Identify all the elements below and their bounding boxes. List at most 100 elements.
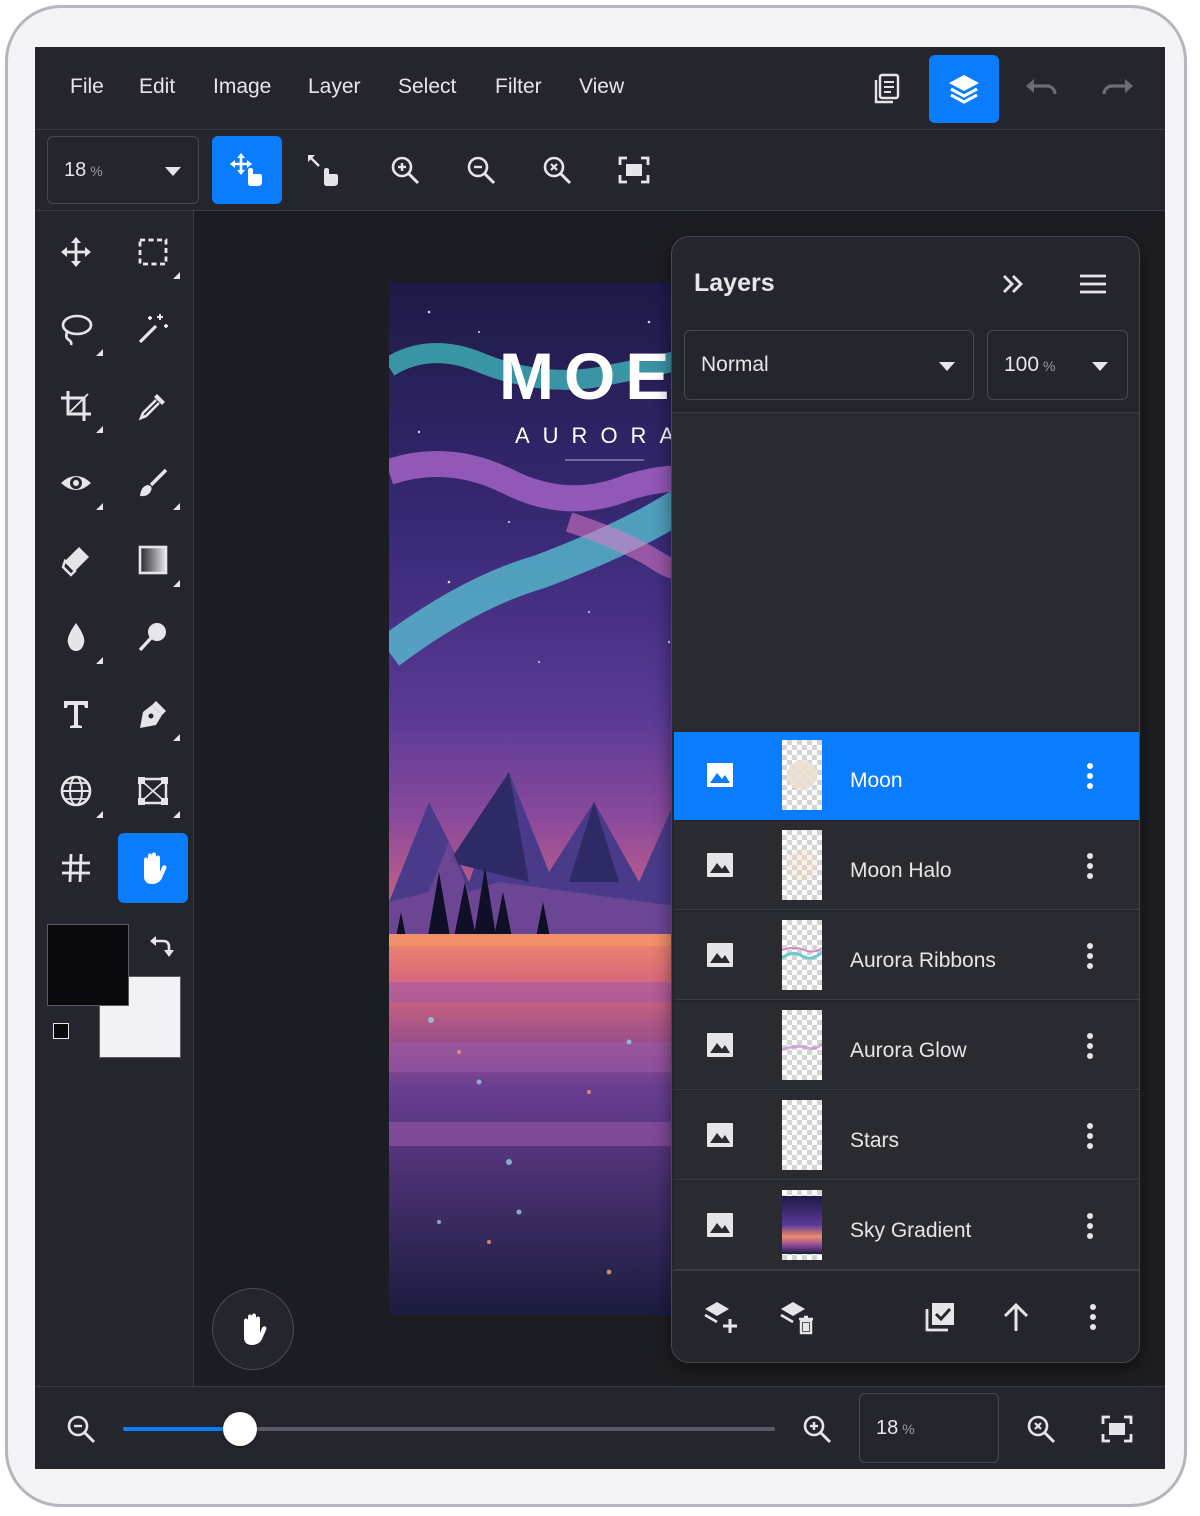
blur-tool[interactable] (41, 602, 111, 672)
layer-row-sky-gradient[interactable]: Sky Gradient (674, 1182, 1139, 1270)
layers-panel-title: Layers (694, 269, 775, 297)
app-screen: File Edit Image Layer Select Filter View… (35, 47, 1165, 1469)
bottom-zoom-out-button[interactable] (53, 1401, 109, 1457)
menu-select[interactable]: Select (398, 75, 456, 99)
more-vertical-icon (1087, 1213, 1093, 1239)
move-layer-up-button[interactable] (988, 1289, 1044, 1345)
zoom-unit: % (902, 1421, 915, 1437)
crop-tool[interactable] (41, 371, 111, 441)
layer-row-moon[interactable]: Moon (674, 732, 1139, 820)
more-tools-indicator (173, 811, 180, 818)
bottom-fit-screen-button[interactable] (1089, 1401, 1145, 1457)
blend-mode-select[interactable]: Normal (684, 330, 974, 400)
zoom-slider-thumb[interactable] (223, 1412, 258, 1446)
menu-view[interactable]: View (579, 75, 624, 99)
documents-button[interactable] (852, 55, 922, 123)
floating-hand-button[interactable] (212, 1288, 294, 1370)
red-eye-tool[interactable] (41, 448, 111, 518)
layer-options-button[interactable] (1078, 846, 1102, 886)
zoom-in-button[interactable] (370, 136, 440, 204)
menu-edit[interactable]: Edit (139, 75, 175, 99)
zoom-reset-button[interactable] (522, 136, 592, 204)
bottom-zoom-in-button[interactable] (789, 1401, 845, 1457)
artwork-title: MOE (499, 339, 679, 413)
layer-name: Moon (850, 769, 903, 792)
double-chevron-right-icon (1003, 275, 1023, 293)
layer-thumbnail (782, 1190, 822, 1260)
eraser-tool[interactable] (41, 525, 111, 595)
image-layer-icon (706, 1032, 734, 1058)
dodge-tool[interactable] (118, 602, 188, 672)
layer-name: Aurora Glow (850, 1039, 967, 1062)
layers-panel-button[interactable] (929, 55, 999, 123)
pen-icon (140, 701, 166, 728)
lasso-tool[interactable] (41, 294, 111, 364)
fit-screen-button[interactable] (599, 136, 669, 204)
menu-filter[interactable]: Filter (495, 75, 542, 99)
eyedropper-tool[interactable] (118, 371, 188, 441)
pen-tool[interactable] (118, 679, 188, 749)
eraser-icon (61, 547, 89, 577)
foreground-color-swatch[interactable] (47, 924, 129, 1006)
zoom-out-button[interactable] (446, 136, 516, 204)
image-layer-icon (706, 1122, 734, 1148)
opacity-select[interactable]: 100% (987, 330, 1128, 400)
zoom-out-icon (467, 156, 496, 185)
gradient-icon (138, 545, 168, 575)
delete-layer-button[interactable] (769, 1289, 825, 1345)
layer-name: Sky Gradient (850, 1219, 972, 1242)
zoom-value: 18 (64, 159, 87, 181)
dodge-icon (138, 623, 166, 652)
magic-wand-tool[interactable] (118, 294, 188, 364)
brush-tool[interactable] (118, 448, 188, 518)
globe-tool[interactable] (41, 756, 111, 826)
more-vertical-icon (1090, 1304, 1096, 1330)
marquee-tool[interactable] (118, 217, 188, 287)
panel-menu-button[interactable] (1070, 261, 1116, 307)
gradient-tool[interactable] (118, 525, 188, 595)
zoom-percent-field[interactable]: 18% (859, 1393, 999, 1463)
layer-list-empty-area (672, 412, 1139, 733)
add-layer-button[interactable] (693, 1289, 749, 1345)
collapse-panel-button[interactable] (990, 261, 1036, 307)
move-touch-icon (230, 153, 262, 186)
zoom-slider[interactable] (123, 1412, 775, 1446)
artwork-canvas[interactable]: MOE AURORA (389, 282, 719, 1315)
menu-image[interactable]: Image (213, 75, 271, 99)
zoom-dropdown[interactable]: 18% (47, 136, 199, 204)
zoom-reset-icon (543, 156, 572, 185)
layer-options-button[interactable] (1078, 936, 1102, 976)
undo-button[interactable] (1006, 55, 1076, 123)
bottom-zoom-reset-button[interactable] (1013, 1401, 1069, 1457)
hand-tool[interactable] (118, 833, 188, 903)
crop-icon (61, 391, 91, 421)
move-tool[interactable] (41, 217, 111, 287)
layer-options-button[interactable] (1078, 1026, 1102, 1066)
bottom-zoom-bar: 18% (35, 1386, 1165, 1469)
layer-thumbnail (782, 1100, 822, 1170)
default-colors-button[interactable] (53, 1023, 83, 1053)
transform-tool[interactable] (118, 756, 188, 826)
redo-button[interactable] (1083, 55, 1153, 123)
layer-row-stars[interactable]: Stars (674, 1092, 1139, 1180)
menu-file[interactable]: File (70, 75, 104, 99)
layer-row-aurora-glow[interactable]: Aurora Glow (674, 1002, 1139, 1090)
more-tools-indicator (96, 349, 103, 356)
opacity-unit: % (1043, 358, 1056, 374)
layer-options-button[interactable] (1078, 1116, 1102, 1156)
text-tool[interactable] (41, 679, 111, 749)
layer-row-aurora-ribbons[interactable]: Aurora Ribbons (674, 912, 1139, 1000)
more-tools-indicator (96, 811, 103, 818)
swap-colors-button[interactable] (143, 927, 179, 963)
resize-touch-button[interactable] (288, 136, 358, 204)
layer-row-moon-halo[interactable]: Moon Halo (674, 822, 1139, 910)
pan-tool-button[interactable] (212, 136, 282, 204)
footer-more-button[interactable] (1065, 1289, 1121, 1345)
merge-layer-button[interactable] (912, 1289, 968, 1345)
layer-name: Moon Halo (850, 859, 952, 882)
grid-tool[interactable] (41, 833, 111, 903)
default-colors-icon (53, 1023, 69, 1039)
layer-options-button[interactable] (1078, 1206, 1102, 1246)
menu-layer[interactable]: Layer (308, 75, 361, 99)
layer-options-button[interactable] (1078, 756, 1102, 796)
